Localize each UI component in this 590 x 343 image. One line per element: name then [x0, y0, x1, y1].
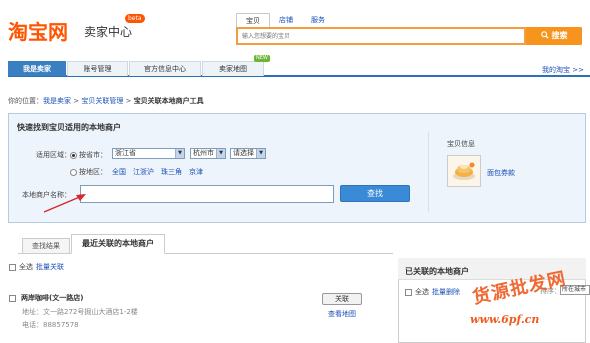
area-link-jzh[interactable]: 江浙沪 [133, 167, 154, 177]
search-box [236, 27, 526, 45]
seller-center-title: 卖家中心 [84, 25, 133, 39]
associated-select-all-label: 全选 [415, 288, 429, 296]
select-all-row: 全选 批量关联 [9, 262, 64, 272]
merchant-address: 地址：文一路272号掘山大酒店1-2楼 [22, 308, 138, 316]
nav-item-account[interactable]: 账号管理 [67, 61, 128, 76]
assoc-button[interactable]: 关联 [322, 293, 362, 305]
find-button[interactable]: 查找 [340, 185, 410, 202]
search-tab-item[interactable]: 宝贝 [236, 13, 270, 28]
area-links: 全国 江浙沪 珠三角 京津 [112, 167, 203, 177]
view-map-link[interactable]: 查看地图 [328, 309, 356, 319]
taobao-logo[interactable]: 淘宝网 [8, 16, 68, 45]
region-label: 适用区域： [36, 151, 71, 159]
city-value: 杭州市 [193, 149, 214, 157]
beta-badge: beta [125, 14, 145, 23]
finder-divider [428, 132, 429, 212]
merchant-row: 两岸咖啡(文一路店) [9, 293, 83, 303]
select-all-checkbox[interactable] [9, 263, 16, 271]
search-type-tabs: 宝贝 店铺 服务 [236, 13, 334, 28]
province-select[interactable]: 浙江省 ▼ [112, 148, 185, 159]
area-option-label: 按地区： [79, 168, 107, 176]
select-all-label: 全选 [19, 263, 33, 271]
main-nav: 我是卖家 账号管理 官方信息中心 卖家地图 [8, 61, 590, 77]
pastry-image [448, 156, 480, 186]
associated-title: 已关联的本地商户 [405, 267, 469, 276]
breadcrumb-separator: > [73, 97, 80, 105]
batch-assoc-link[interactable]: 批量关联 [36, 262, 64, 272]
breadcrumb-item-seller[interactable]: 我是卖家 [43, 97, 71, 105]
merchant-phone: 电话：88857578 [22, 321, 79, 329]
area-option[interactable]: 按地区： [70, 167, 107, 177]
city-option[interactable]: 按省市： [70, 150, 107, 160]
area-link-national[interactable]: 全国 [112, 167, 126, 177]
tab-search-results[interactable]: 查找结果 [22, 238, 70, 253]
merchant-checkbox[interactable] [9, 294, 16, 302]
breadcrumb: 你的位置：我是卖家 > 宝贝关联管理 > 宝贝关联本地商户工具 [8, 96, 204, 106]
new-badge: NEW [254, 55, 270, 62]
merchant-name: 两岸咖啡(文一路店) [21, 294, 84, 302]
nav-item-seller-map[interactable]: 卖家地图 [202, 61, 264, 76]
red-arrow-annotation [43, 194, 86, 213]
item-info-label: 宝贝信息 [447, 140, 475, 148]
search-button[interactable]: 搜索 [526, 27, 582, 45]
breadcrumb-prefix: 你的位置： [8, 97, 43, 105]
chevron-down-icon: ▼ [256, 149, 265, 158]
nav-item-seller[interactable]: 我是卖家 [8, 61, 66, 76]
breadcrumb-separator: > [125, 97, 132, 105]
area-link-jj[interactable]: 京津 [189, 167, 203, 177]
search-tab-shop[interactable]: 店铺 [270, 13, 302, 27]
nav-item-official-info[interactable]: 官方信息中心 [129, 61, 201, 76]
my-taobao-link[interactable]: 我的淘宝 >> [542, 65, 584, 75]
item-name-link[interactable]: 面包券款 [487, 168, 515, 178]
watermark-url: www.6pf.cn [470, 313, 540, 326]
finder-title: 快速找到宝贝适用的本地商户 [17, 123, 121, 132]
search-tab-service[interactable]: 服务 [302, 13, 334, 27]
item-thumbnail[interactable] [447, 155, 481, 187]
province-value: 浙江省 [115, 149, 136, 157]
district-select[interactable]: 请选择 ▼ [230, 148, 266, 159]
chevron-down-icon: ▼ [216, 149, 225, 158]
search-button-label: 搜索 [551, 31, 568, 40]
area-radio[interactable] [70, 168, 77, 176]
area-link-psj[interactable]: 珠三角 [161, 167, 182, 177]
search-icon [540, 31, 549, 39]
breadcrumb-current: 宝贝关联本地商户工具 [133, 97, 204, 105]
search-input[interactable] [238, 29, 518, 43]
merchant-name-input[interactable] [80, 185, 334, 203]
chevron-down-icon: ▼ [175, 149, 184, 158]
breadcrumb-item-assoc-mgmt[interactable]: 宝贝关联管理 [81, 97, 123, 105]
tab-recent-merchants[interactable]: 最近关联的本地商户 [71, 234, 165, 254]
associated-select-all-checkbox[interactable] [405, 288, 412, 296]
batch-delete-link[interactable]: 批量删除 [432, 287, 460, 297]
associated-select-all-row: 全选 批量删除 [405, 287, 460, 297]
city-radio[interactable] [70, 151, 77, 159]
city-select[interactable]: 杭州市 ▼ [190, 148, 226, 159]
city-option-label: 按省市： [79, 151, 107, 159]
district-value: 请选择 [233, 149, 254, 157]
